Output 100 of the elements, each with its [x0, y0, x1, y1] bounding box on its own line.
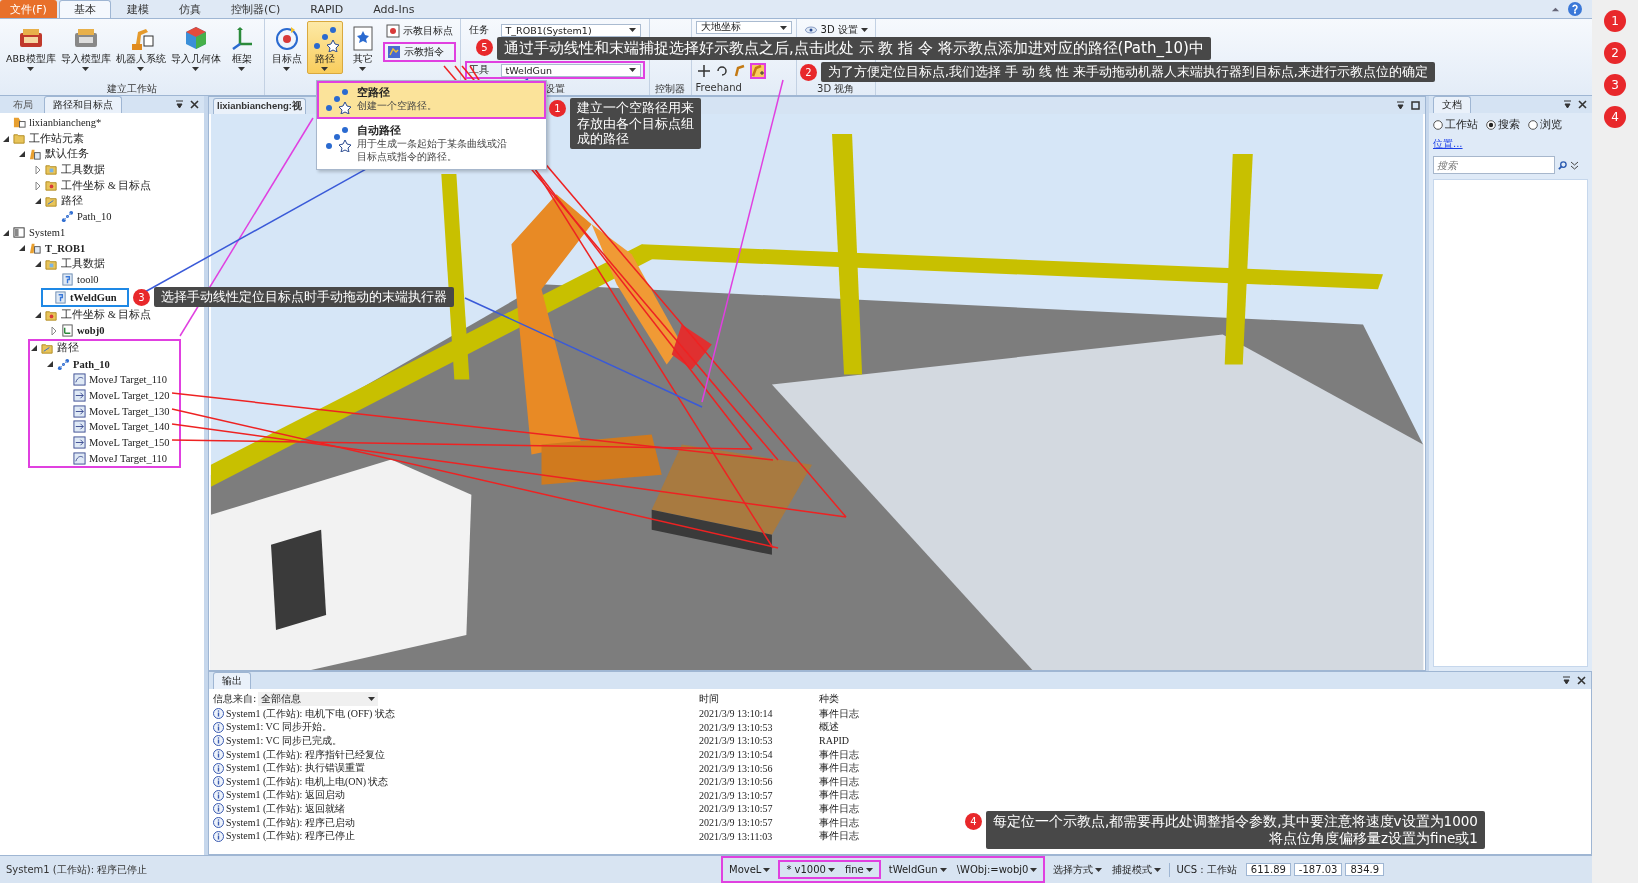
log-message: System1 (工作站): 执行错误重置 [226, 761, 365, 776]
ribbon-tab[interactable]: Add-Ins [359, 0, 429, 18]
tree-item[interactable]: MoveL Target_140 [89, 421, 170, 433]
instruction-setting[interactable]: \WObj:=wobj0 [954, 864, 1040, 875]
log-message: System1: VC 同步开始。 [226, 720, 332, 735]
log-category: 事件日志 [819, 801, 860, 816]
ribbon-button[interactable]: 导入几何体 [168, 21, 223, 74]
callout-text: 将点位角度偏移量z设置为fine或1 [1268, 829, 1478, 847]
ribbon-button[interactable]: 导入模型库 [58, 21, 113, 74]
dropdown-field[interactable]: tWeldGun [500, 63, 641, 77]
mode-dropdown[interactable]: 选择方式 [1051, 862, 1105, 877]
tree-item[interactable]: Path_10 [73, 358, 110, 370]
status-message: System1 (工作站): 程序已停止 [6, 862, 149, 877]
callout-text: 成的路径 [577, 131, 630, 147]
ribbon-tab[interactable]: 建模 [112, 0, 163, 18]
number-marker: 2 [1604, 42, 1626, 64]
search-field[interactable]: 搜索 [1433, 156, 1555, 174]
tree-item[interactable]: 工件坐标 & 目标点 [61, 178, 152, 193]
log-category: 事件日志 [819, 829, 860, 844]
log-time: 2021/3/9 13:10:57 [699, 789, 774, 801]
ribbon-button[interactable]: 示教目标点 [382, 22, 456, 40]
panel-tab[interactable]: 布局 [4, 96, 42, 113]
log-message: System1 (工作站): 程序已停止 [226, 829, 355, 844]
mode-dropdown[interactable]: 捕捉模式 [1110, 862, 1164, 877]
ribbon-tab[interactable]: 仿真 [164, 0, 215, 18]
instruction-setting[interactable]: tWeldGun [886, 864, 949, 875]
dropdown-field[interactable]: T_ROB1(System1) [500, 23, 641, 37]
tree-item[interactable]: 工具数据 [61, 162, 105, 177]
panel-tab[interactable]: 输出 [213, 672, 251, 689]
log-time: 2021/3/9 13:10:56 [699, 776, 774, 788]
group-label: 建立工作站 [105, 82, 158, 95]
radio-button[interactable]: 浏览 [1528, 118, 1562, 132]
ribbon-button[interactable]: 其它 [344, 21, 381, 74]
tree-item[interactable]: MoveJ Target_110 [89, 452, 168, 464]
tree-item[interactable]: wobj0 [77, 325, 105, 337]
instruction-setting[interactable]: MoveL [727, 864, 773, 875]
log-category: 事件日志 [819, 747, 860, 762]
number-marker: 4 [1604, 106, 1626, 128]
instruction-setting[interactable]: fine [842, 864, 875, 875]
tree-item[interactable]: 工具数据 [61, 257, 105, 272]
log-time: 2021/3/9 13:10:54 [699, 749, 774, 761]
tree-item[interactable]: Path_10 [77, 211, 112, 223]
filter-label: 信息来自: [213, 692, 257, 706]
callout-text: 为了方便定位目标点,我们选择 手 动 线 性 来手动拖动机器人末端执行器到目标点,来进行示教点位的确定 [828, 64, 1428, 80]
panel-tab[interactable]: 路径和目标点 [44, 96, 122, 113]
radio-button[interactable]: 工作站 [1433, 118, 1478, 132]
tree-item[interactable]: MoveJ Target_110 [89, 374, 168, 386]
log-message: System1 (工作站): 返回就绪 [226, 801, 345, 816]
ribbon-button[interactable]: 目标点 [268, 21, 305, 74]
tree-item[interactable]: T_ROB1 [45, 242, 86, 254]
tree-item[interactable]: 工件坐标 & 目标点 [61, 308, 152, 323]
field-label: 任务 [468, 23, 490, 37]
menu-item[interactable]: 空路径 创建一个空路径。 [317, 81, 546, 119]
document-tab[interactable]: lixianbiancheng:视 [213, 98, 306, 114]
log-category: 概述 [819, 720, 840, 735]
tree-item[interactable]: MoveL Target_150 [89, 437, 170, 449]
panel-tab[interactable]: 文档 [1433, 96, 1471, 113]
tree-item[interactable]: tool0 [77, 274, 99, 286]
number-marker: 3 [1604, 74, 1626, 96]
ribbon-button[interactable]: 路径 [306, 21, 343, 74]
ribbon-button[interactable]: 示教指令 [382, 42, 456, 62]
column-header: 种类 [819, 692, 840, 706]
instruction-setting[interactable]: * v1000 [784, 864, 837, 875]
ribbon-button[interactable]: 框架 [223, 21, 260, 74]
log-message: System1 (工作站): 电机下电 (OFF) 状态 [226, 706, 395, 721]
ucs-label: UCS : 工作站 [1169, 862, 1243, 877]
dropdown-field[interactable]: 大地坐标 [695, 21, 792, 34]
tree-item[interactable]: lixianbiancheng* [29, 117, 102, 129]
group-label: Freehand [695, 81, 743, 95]
log-message: System1: VC 同步已完成。 [226, 734, 342, 748]
group-label: 3D 视角 [816, 82, 856, 95]
tree-item[interactable]: 默认任务 [45, 147, 89, 162]
column-header: 时间 [699, 692, 720, 706]
ribbon-button[interactable]: 机器人系统 [113, 21, 168, 74]
ribbon-button[interactable]: ABB模型库 [4, 21, 58, 74]
log-time: 2021/3/9 13:10:14 [699, 708, 774, 720]
ribbon-button[interactable]: 3D 设置 [800, 21, 871, 39]
tree-item[interactable]: 工作站元素 [29, 131, 84, 146]
log-category: 事件日志 [819, 774, 860, 789]
tree-item[interactable]: 路径 [57, 341, 79, 356]
number-marker: 1 [1604, 10, 1626, 32]
menu-item[interactable]: 自动路径 用于生成一条起始于某条曲线或沿 目标点或指令的路径。 [317, 119, 546, 169]
tree-item[interactable]: tWeldGun [70, 291, 117, 303]
callout-text: 通过手动线性和末端捕捉选择好示教点之后,点击此处 示 教 指 令 将示教点添加进对应的路径(Path_10)中 [504, 39, 1204, 58]
filter-dropdown[interactable]: 全部信息 [258, 692, 379, 706]
radio-button[interactable]: 搜索 [1486, 118, 1520, 132]
callout-text: 每定位一个示教点,都需要再此处调整指令参数,其中要注意将速度v设置为1000 [993, 813, 1478, 830]
group-label: 控制器 [654, 82, 687, 95]
ribbon-tab[interactable]: RAPID [296, 0, 358, 18]
ribbon-tab[interactable]: 基本 [58, 0, 111, 18]
log-category: 事件日志 [819, 788, 860, 803]
log-time: 2021/3/9 13:11:03 [699, 830, 774, 842]
tree-item[interactable]: System1 [29, 227, 66, 239]
log-category: 事件日志 [819, 706, 860, 721]
tree-item[interactable]: MoveL Target_130 [89, 405, 170, 417]
tree-item[interactable]: MoveL Target_120 [89, 390, 170, 402]
log-time: 2021/3/9 13:10:57 [699, 803, 774, 815]
ribbon-tab[interactable]: 控制器(C) [216, 0, 295, 18]
tree-item[interactable]: 路径 [61, 194, 83, 209]
location-link[interactable]: 位置... [1433, 137, 1463, 151]
